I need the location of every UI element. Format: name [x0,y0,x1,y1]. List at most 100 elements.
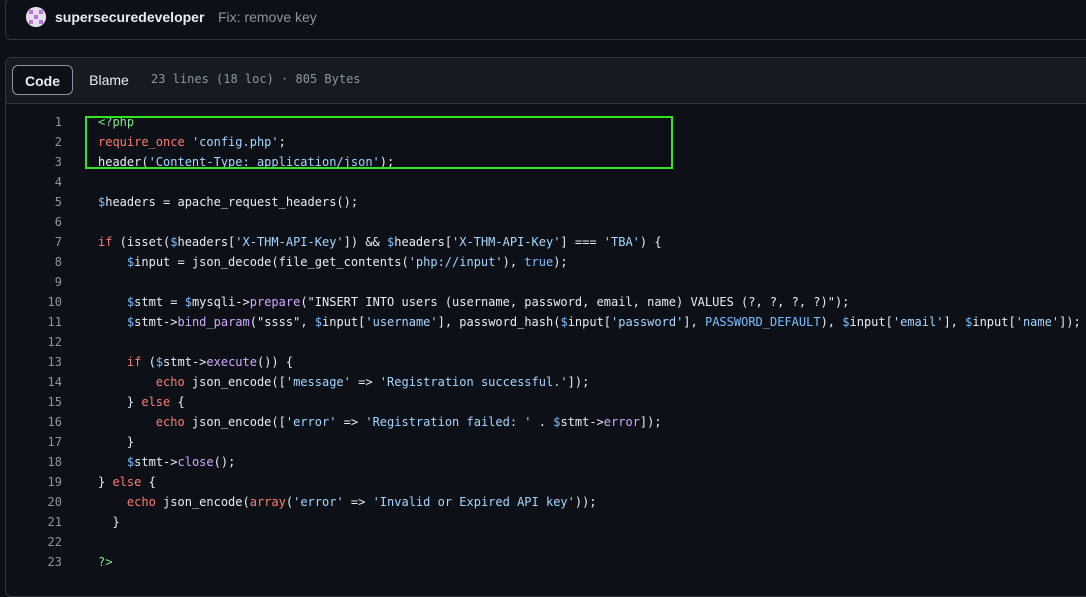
code-token: ]); [639,415,662,429]
line-number[interactable]: 23 [6,552,62,572]
line-number[interactable]: 18 [6,452,62,472]
code-line: 8 $input = json_decode(file_get_contents… [6,252,1086,272]
code-line: 4 [6,172,1086,192]
code-token: json_encode([ [184,375,286,389]
commit-message[interactable]: Fix: remove key [218,9,317,25]
code-line: 21 } [6,512,1086,532]
code-token: 'Registration successful.' [379,375,568,389]
line-number[interactable]: 13 [6,352,62,372]
code-token: input[ [849,315,893,329]
line-code: echo json_encode(['error' => 'Registrati… [98,412,662,432]
code-token: ("ssss", [249,315,315,329]
code-token: ], [943,315,966,329]
code-token: } [98,475,113,489]
file-meta: 23 lines (18 loc) · 805 Bytes [151,72,361,86]
line-number[interactable]: 14 [6,372,62,392]
line-number[interactable]: 21 [6,512,62,532]
line-number[interactable]: 10 [6,292,62,312]
code-line: 3 header('Content-Type: application/json'… [6,152,1086,172]
code-token: echo [155,375,185,389]
line-code: $stmt = $mysqli->prepare("INSERT INTO us… [98,292,850,312]
code-token: 'Invalid or Expired API key' [372,495,575,509]
code-token: { [170,395,185,409]
code-token: 'username' [365,315,438,329]
line-code: $input = json_decode(file_get_contents('… [98,252,568,272]
line-number[interactable]: 7 [6,232,62,252]
tab-blame[interactable]: Blame [84,65,134,95]
code-token: 'message' [285,375,351,389]
code-token: ], password_hash( [437,315,561,329]
line-number[interactable]: 1 [6,112,62,132]
line-code: } [98,512,120,532]
line-code: $stmt->bind_param("ssss", $input['userna… [98,312,1081,332]
line-number[interactable]: 20 [6,492,62,512]
code-token: bind_param [177,315,250,329]
code-token: 'Registration failed: ' [365,415,532,429]
code-token: ), [820,315,843,329]
code-token: error [603,415,640,429]
code-line: 14 echo json_encode(['message' => 'Regis… [6,372,1086,392]
line-number[interactable]: 15 [6,392,62,412]
code-token: mysqli-> [191,295,250,309]
code-token: input[ [972,315,1016,329]
line-number[interactable]: 11 [6,312,62,332]
code-line: 16 echo json_encode(['error' => 'Registr… [6,412,1086,432]
code-token: header( [98,155,149,169]
code-token: prepare [249,295,301,309]
line-number[interactable]: 8 [6,252,62,272]
code-token: input = json_decode(file_get_contents( [134,255,409,269]
line-number[interactable]: 2 [6,132,62,152]
code-line: 20 echo json_encode(array('error' => 'In… [6,492,1086,512]
code-line: 22 [6,532,1086,552]
code-token: headers = apache_request_headers(); [105,195,359,209]
code-token: ); [553,255,568,269]
line-code: if ($stmt->execute()) { [98,352,293,372]
code-line: 18 $stmt->close(); [6,452,1086,472]
code-token: 'Content-Type: application/json' [148,155,380,169]
line-number[interactable]: 17 [6,432,62,452]
code-token: } [98,515,120,529]
line-code: echo json_encode(['message' => 'Registra… [98,372,590,392]
code-token: ?> [98,555,113,569]
file-header: Code Blame 23 lines (18 loc) · 805 Bytes [6,58,1086,104]
code-token: stmt = [134,295,185,309]
line-number[interactable]: 5 [6,192,62,212]
code-line: 5 $headers = apache_request_headers(); [6,192,1086,212]
code-token: . [531,415,554,429]
line-code: echo json_encode(array('error' => 'Inval… [98,492,597,512]
code-token: stmt-> [134,455,178,469]
code-token: else [141,395,171,409]
code-token: ; [278,135,286,149]
code-token: echo [126,495,156,509]
line-number[interactable]: 12 [6,332,62,352]
code-line: 6 [6,212,1086,232]
line-number[interactable]: 4 [6,172,62,192]
avatar-identicon-icon [26,7,46,27]
code-line: 9 [6,272,1086,292]
line-number[interactable]: 6 [6,212,62,232]
line-number[interactable]: 22 [6,532,62,552]
tab-code[interactable]: Code [12,65,73,95]
code-token: stmt-> [560,415,604,429]
line-number[interactable]: 3 [6,152,62,172]
code-line: 7 if (isset($headers['X-THM-API-Key']) &&… [6,232,1086,252]
view-mode-toggle: Code Blame [12,65,142,95]
code-token: array [249,495,286,509]
code-token: ); [379,155,395,169]
code-line: 17 } [6,432,1086,452]
code-token: ), [502,255,525,269]
line-number[interactable]: 9 [6,272,62,292]
line-code: $headers = apache_request_headers(); [98,192,358,212]
code-token: 'X-THM-API-Key' [452,235,561,249]
line-number[interactable]: 19 [6,472,62,492]
code-token: (); [213,455,236,469]
commit-author-link[interactable]: supersecuredeveloper [55,9,204,25]
code-token: echo [155,415,185,429]
avatar[interactable] [26,7,46,27]
code-token: ]) && [343,235,388,249]
code-token: 'email' [892,315,944,329]
line-number[interactable]: 16 [6,412,62,432]
